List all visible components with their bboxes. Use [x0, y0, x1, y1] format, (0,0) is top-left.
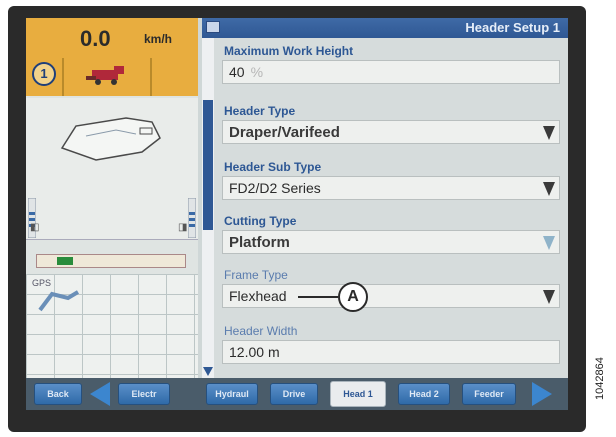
- gps-map: GPS: [26, 274, 198, 378]
- frame-type-label: Frame Type: [224, 268, 288, 282]
- divider: [62, 58, 64, 96]
- tilt-right-icon: ◨: [178, 222, 188, 233]
- fill-level-bar: [36, 254, 186, 268]
- status-panel: 0.0 km/h 1 ◧ ◨ GPS: [26, 18, 198, 378]
- header-width-value: 12.00 m: [229, 344, 280, 360]
- callout-leader-line: [298, 296, 338, 298]
- max-work-height-value: 40%: [229, 64, 264, 80]
- tab-head-1[interactable]: Head 1: [330, 381, 386, 407]
- header-sub-type-value: FD2/D2 Series: [229, 180, 321, 196]
- monitor-screen: 0.0 km/h 1 ◧ ◨ GPS Header Setup 1 Maximu…: [26, 18, 568, 410]
- header-width-field[interactable]: 12.00 m: [222, 340, 560, 364]
- divider: [150, 58, 152, 96]
- speed-value: 0.0: [80, 26, 111, 51]
- scrollbar[interactable]: [202, 38, 214, 378]
- chevron-down-icon: [543, 236, 555, 250]
- scrollbar-thumb[interactable]: [203, 100, 213, 230]
- tab-electr[interactable]: Electr: [118, 383, 170, 405]
- machine-view: ◧ ◨: [26, 98, 198, 240]
- arrow-right-icon[interactable]: [532, 382, 552, 406]
- speed-display: 0.0 km/h 1: [26, 18, 198, 96]
- header-type-dropdown[interactable]: Draper/Varifeed: [222, 120, 560, 144]
- cutting-type-value: Platform: [229, 234, 290, 251]
- max-work-height-unit: %: [250, 64, 264, 80]
- arrow-left-icon[interactable]: [90, 382, 110, 406]
- header-type-value: Draper/Varifeed: [229, 124, 340, 141]
- max-work-height-label: Maximum Work Height: [224, 44, 354, 58]
- back-button[interactable]: Back: [34, 383, 82, 405]
- bottom-navigation: Back Electr Hydraul Drive Head 1 Head 2 …: [26, 378, 568, 410]
- frame-type-value: Flexhead: [229, 288, 287, 304]
- tilt-left-icon: ◧: [30, 222, 40, 233]
- tab-drive[interactable]: Drive: [270, 383, 318, 405]
- tab-head-2[interactable]: Head 2: [398, 383, 450, 405]
- header-width-unit: m: [267, 344, 280, 360]
- chevron-down-icon[interactable]: [543, 290, 555, 304]
- header-sub-type-dropdown[interactable]: FD2/D2 Series: [222, 176, 560, 200]
- header-setup-panel: Header Setup 1 Maximum Work Height 40% H…: [202, 18, 568, 378]
- header-type-label: Header Type: [224, 104, 296, 118]
- speed-unit: km/h: [144, 32, 173, 46]
- header-sub-type-label: Header Sub Type: [224, 160, 322, 174]
- panel-title-bar: Header Setup 1: [202, 18, 568, 38]
- combine-icon: [86, 66, 124, 85]
- max-work-height-field[interactable]: 40%: [222, 60, 560, 84]
- chevron-down-icon[interactable]: [543, 126, 555, 140]
- menu-icon[interactable]: [206, 21, 220, 33]
- frame-type-dropdown[interactable]: Flexhead: [222, 284, 560, 308]
- cutting-type-dropdown[interactable]: Platform: [222, 230, 560, 254]
- page-title: Header Setup 1: [465, 20, 560, 35]
- combine-outline-icon: [60, 117, 161, 161]
- figure-number: 1042864: [594, 357, 606, 400]
- gps-label: GPS: [32, 278, 52, 288]
- tab-feeder[interactable]: Feeder: [462, 383, 516, 405]
- cutting-type-label: Cutting Type: [224, 214, 297, 228]
- map-position-icon: [38, 290, 80, 312]
- header-width-label: Header Width: [224, 324, 298, 338]
- tab-hydraul[interactable]: Hydraul: [206, 383, 258, 405]
- callout-marker: A: [338, 282, 368, 312]
- machine-number-badge: 1: [32, 62, 56, 86]
- chevron-down-icon[interactable]: [543, 182, 555, 196]
- chevron-down-icon[interactable]: [203, 367, 213, 376]
- fill-level-indicator: [57, 257, 73, 265]
